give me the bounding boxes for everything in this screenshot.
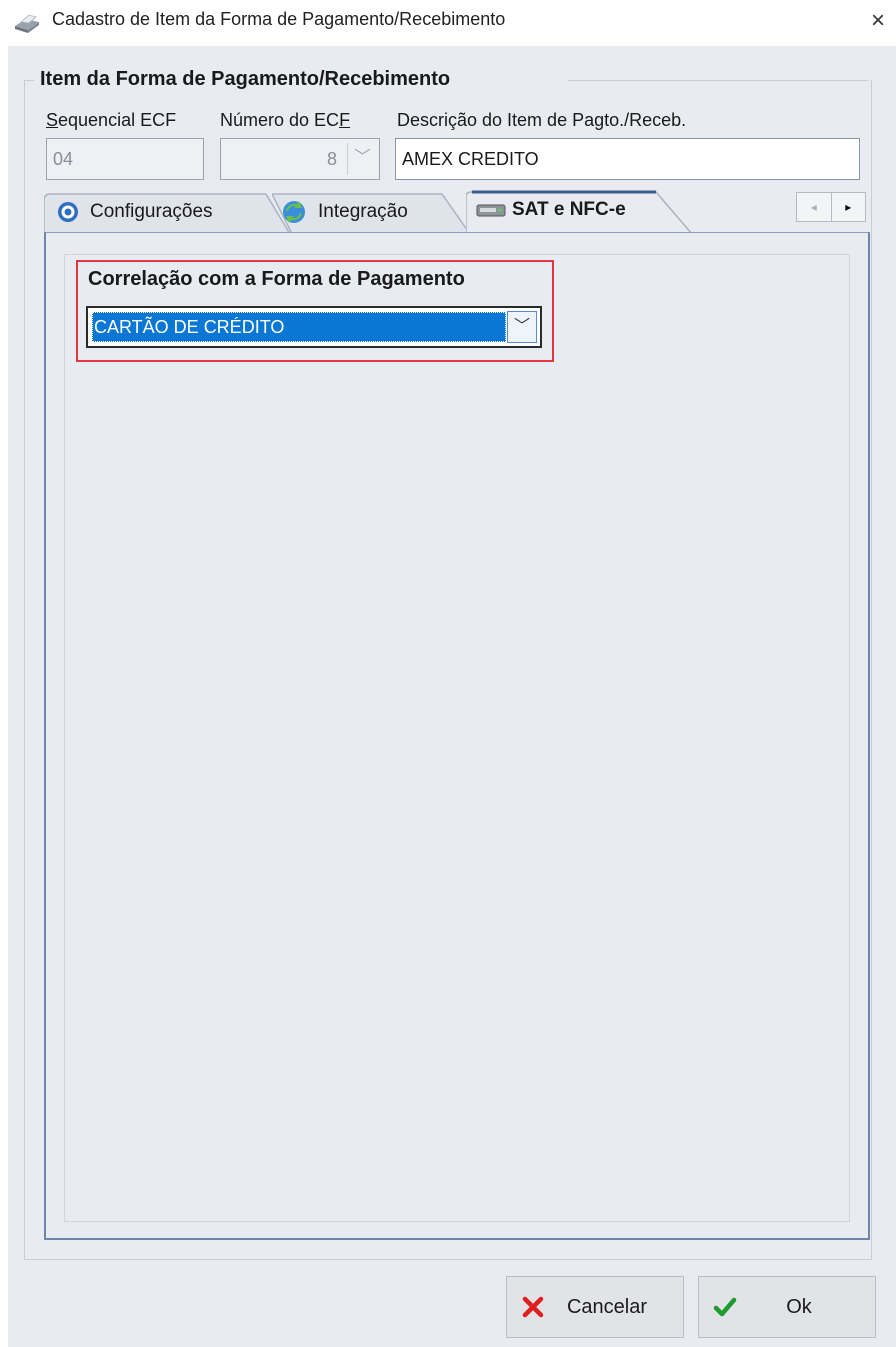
printer-icon xyxy=(15,14,39,33)
correlacao-label: Correlação com a Forma de Pagamento xyxy=(88,268,465,290)
numero-value: 8 xyxy=(326,149,337,169)
tab-scroll-buttons: ◂ ▸ xyxy=(796,192,866,222)
tab-configuracoes[interactable]: Configurações xyxy=(44,190,292,234)
numero-label: Número do ECF xyxy=(220,110,351,130)
close-icon xyxy=(522,1296,544,1318)
tab-sat-nfce[interactable]: SAT e NFC-e xyxy=(466,188,694,234)
refresh-icon xyxy=(283,201,305,223)
descricao-field[interactable]: AMEX CREDITO xyxy=(395,138,860,180)
cancel-label: Cancelar xyxy=(566,1295,648,1318)
tab-scroll-left-button[interactable]: ◂ xyxy=(797,193,831,221)
checkmark-icon xyxy=(713,1297,737,1317)
tab-scroll-right-button[interactable]: ▸ xyxy=(830,193,866,221)
chevron-down-icon[interactable]: ﹀ xyxy=(507,311,537,343)
tab-integracao[interactable]: Integração xyxy=(272,190,472,234)
window-title: Cadastro de Item da Forma de Pagamento/R… xyxy=(52,9,506,29)
group-title: Item da Forma de Pagamento/Recebimento xyxy=(40,68,451,90)
ok-label: Ok xyxy=(786,1295,812,1318)
descricao-label: Descrição do Item de Pagto./Receb. xyxy=(397,110,687,130)
ok-button[interactable]: Ok xyxy=(698,1276,876,1338)
close-button[interactable]: × xyxy=(860,4,896,40)
cancel-button[interactable]: Cancelar xyxy=(506,1276,684,1338)
sequencial-field[interactable]: 04 xyxy=(46,138,204,180)
numero-combo[interactable]: 8 ﹀ xyxy=(220,138,380,180)
title-bar: Cadastro de Item da Forma de Pagamento/R… xyxy=(0,0,896,44)
gear-icon xyxy=(58,202,78,222)
tab-label: Integração xyxy=(318,201,408,222)
tab-label: Configurações xyxy=(90,201,213,222)
tab-label: SAT e NFC-e xyxy=(512,199,626,220)
sequencial-label: Sequencial ECF xyxy=(46,110,177,130)
drive-icon xyxy=(476,204,506,217)
chevron-down-icon[interactable]: ﹀ xyxy=(347,143,377,175)
inner-frame xyxy=(64,254,850,1222)
correlacao-selected-value: CARTÃO DE CRÉDITO xyxy=(92,312,506,342)
correlacao-select[interactable]: CARTÃO DE CRÉDITO ﹀ xyxy=(86,306,542,348)
